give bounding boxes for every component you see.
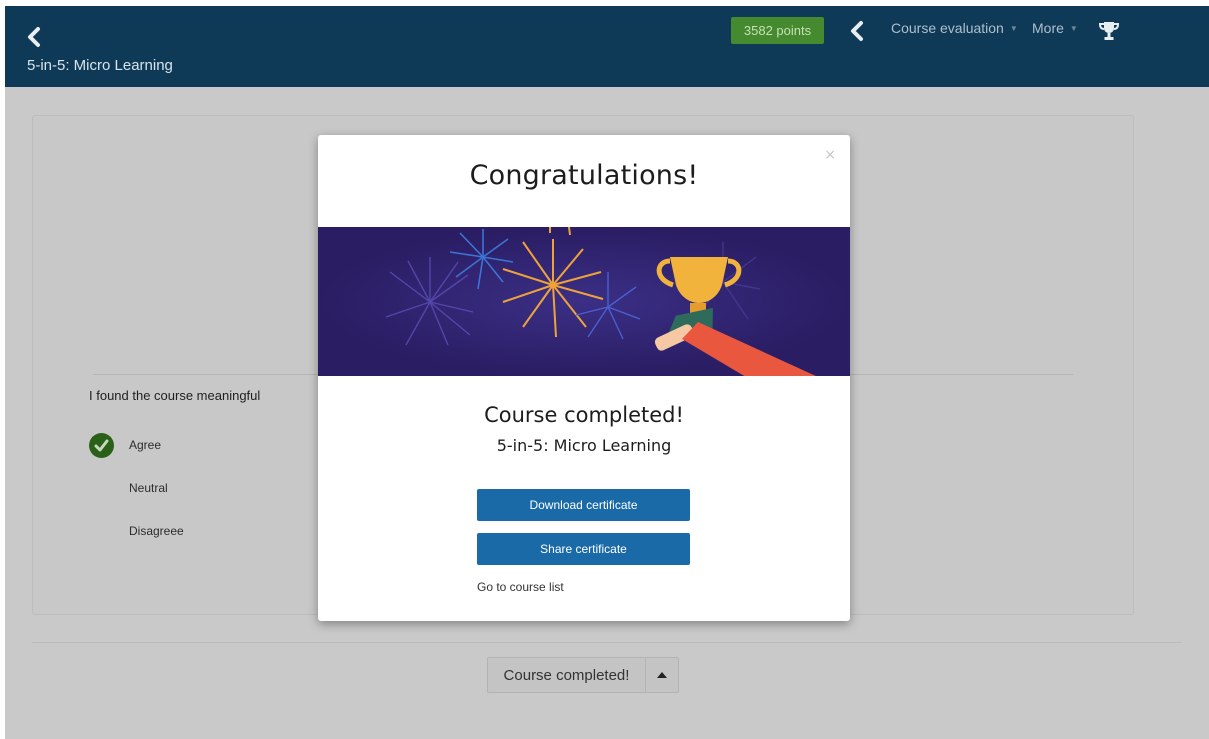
chevron-left-icon	[851, 21, 863, 41]
course-completed-button[interactable]: Course completed!	[488, 658, 646, 692]
congratulations-dialog: × Congratulations! Course completed! 5-i…	[318, 135, 850, 621]
celebration-banner	[318, 227, 850, 376]
answer-option-agree[interactable]: Agree	[129, 438, 161, 452]
course-name: 5-in-5: Micro Learning	[496, 436, 672, 455]
dialog-title: Congratulations!	[469, 160, 699, 191]
share-certificate-button[interactable]: Share certificate	[477, 533, 690, 565]
completion-heading: Course completed!	[484, 403, 684, 427]
trophy-icon	[1098, 22, 1120, 40]
more-menu[interactable]: More ▼	[1032, 20, 1078, 36]
chevron-down-icon: ▼	[1009, 23, 1018, 33]
answer-option-disagree[interactable]: Disagreee	[129, 524, 184, 538]
menu-label: Course evaluation	[891, 20, 1004, 36]
completion-menu-toggle[interactable]	[646, 658, 678, 692]
chevron-left-icon	[28, 27, 40, 47]
chevron-down-icon: ▼	[1069, 23, 1078, 33]
top-bar: 5-in-5: Micro Learning 3582 points Cours…	[5, 6, 1209, 87]
course-evaluation-menu[interactable]: Course evaluation ▼	[891, 20, 1018, 36]
go-to-course-list-link[interactable]: Go to course list	[477, 580, 564, 594]
question-text: I found the course meaningful	[89, 388, 261, 403]
course-completed-split-button: Course completed!	[487, 657, 679, 693]
back-button[interactable]	[23, 24, 45, 50]
app-frame: 5-in-5: Micro Learning 3582 points Cours…	[5, 6, 1209, 739]
checkmark-icon	[89, 433, 114, 458]
download-certificate-button[interactable]: Download certificate	[477, 489, 690, 521]
points-badge: 3582 points	[731, 17, 824, 44]
trophy-button[interactable]	[1098, 20, 1120, 42]
previous-page-button[interactable]	[847, 19, 867, 43]
divider	[32, 642, 1182, 643]
course-title: 5-in-5: Micro Learning	[27, 57, 173, 74]
caret-up-icon	[657, 672, 667, 678]
answer-option-neutral[interactable]: Neutral	[129, 481, 168, 495]
menu-label: More	[1032, 20, 1064, 36]
